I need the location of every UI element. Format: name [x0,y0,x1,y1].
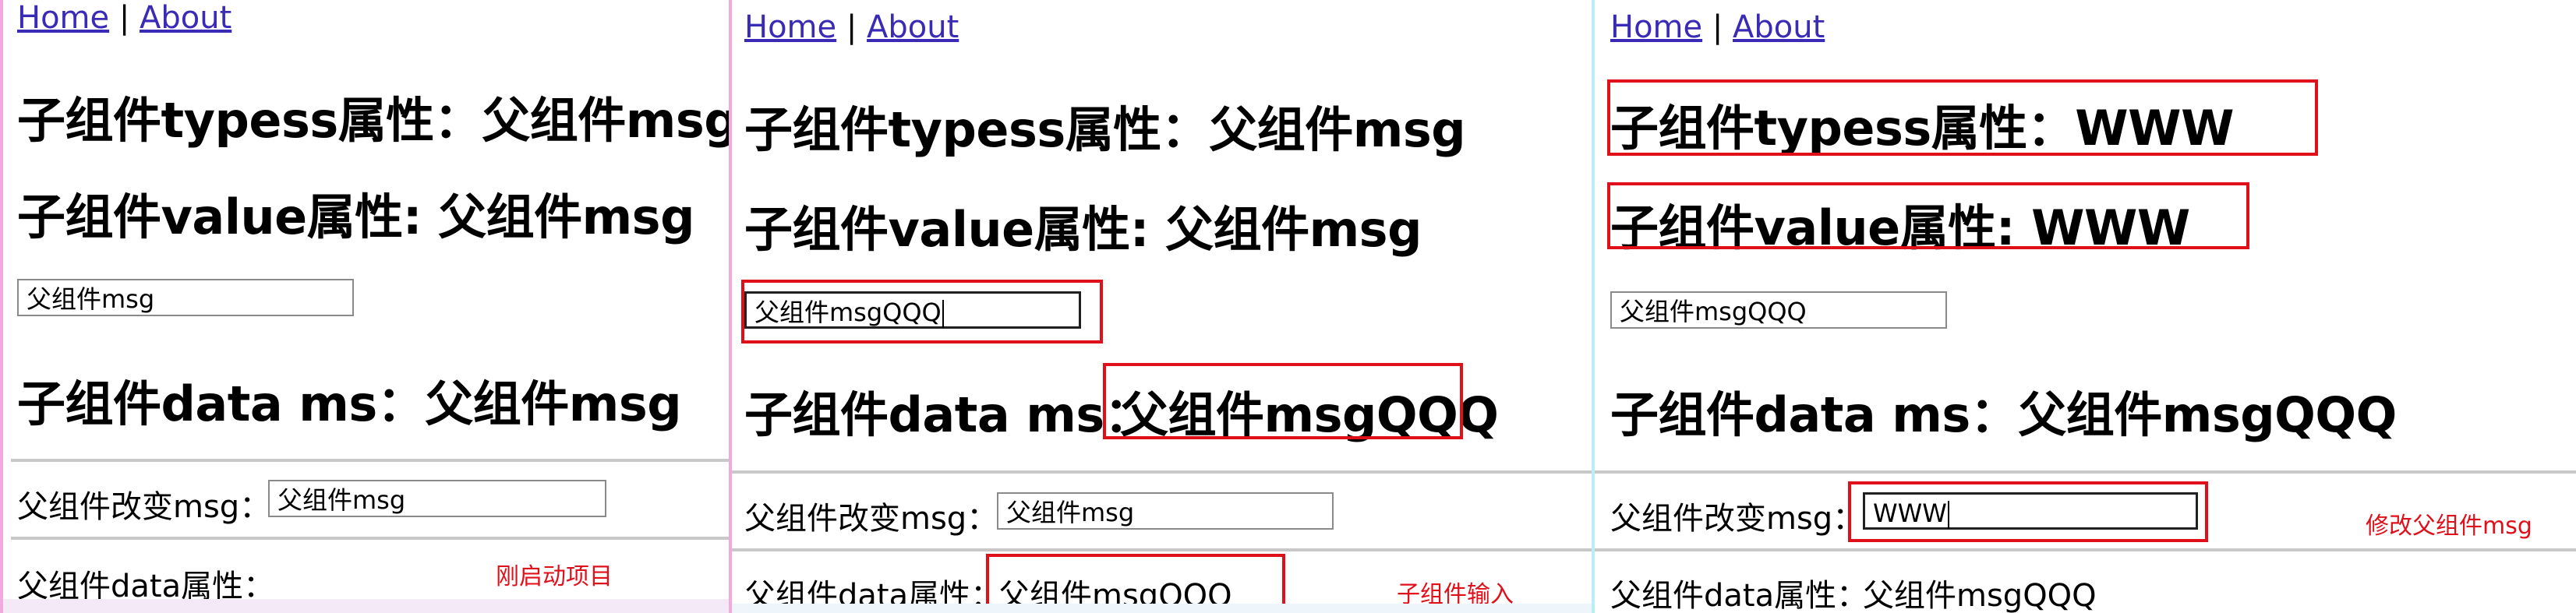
child-typess-heading: 子组件typess属性：父组件msg [744,101,1466,158]
nav-bar: Home | About [17,0,231,36]
nav-separator: | [1712,9,1723,45]
child-data-ms-label: 子组件data ms： [744,386,1153,443]
divider [730,548,1594,551]
panel-border [1592,0,1595,613]
parent-input[interactable]: 父组件msg [268,480,606,517]
child-input[interactable]: 父组件msgQQQ [1610,291,1947,329]
highlight-box [1848,481,2208,542]
annotation-note: 刚启动项目 [496,563,613,590]
nav-home-link[interactable]: Home [744,9,836,45]
bottom-strip [730,604,1594,613]
parent-input[interactable]: 父组件msg [997,492,1334,530]
nav-separator: | [118,0,130,36]
nav-home-link[interactable]: Home [17,0,109,36]
panel-initial: Home | About 子组件typess属性：父组件msg 子组件value… [0,0,730,613]
child-input[interactable]: 父组件msg [17,279,354,316]
panel-border [729,0,732,613]
nav-separator: | [846,9,857,45]
nav-bar: Home | About [744,9,959,45]
divider [1594,548,2576,551]
highlight-box [741,280,1103,343]
parent-data-value: 父组件msgQQQ [1863,578,2097,613]
child-value-heading: 子组件value属性: 父组件msg [17,188,694,245]
nav-bar: Home | About [1610,9,1825,45]
child-data-ms-heading: 子组件data ms：父组件msg [17,375,682,432]
highlight-box [1607,79,2318,156]
divider [1594,470,2576,474]
child-value-heading: 子组件value属性: 父组件msg [744,201,1422,258]
bottom-strip [0,599,730,613]
parent-change-label: 父组件改变msg： [744,501,998,537]
annotation-note: 修改父组件msg [2366,513,2532,540]
parent-data-label: 父组件data属性： [1610,578,1868,613]
nav-about-link[interactable]: About [867,9,959,45]
divider [11,537,730,540]
parent-change-label: 父组件改变msg： [17,489,271,525]
nav-about-link[interactable]: About [140,0,231,36]
divider [11,459,730,462]
panel-border [0,0,3,613]
highlight-box [1607,182,2249,249]
panel-child-input: Home | About 子组件typess属性：父组件msg 子组件value… [730,0,1594,613]
parent-change-label: 父组件改变msg： [1610,501,1864,537]
panel-parent-change: Home | About 子组件typess属性：WWW 子组件value属性:… [1594,0,2576,613]
highlight-box [1103,363,1463,439]
nav-about-link[interactable]: About [1733,9,1825,45]
child-data-ms-heading: 子组件data ms：父组件msgQQQ [1610,386,2397,443]
nav-home-link[interactable]: Home [1610,9,1702,45]
child-typess-heading: 子组件typess属性：父组件msg [17,92,730,149]
divider [730,470,1594,474]
